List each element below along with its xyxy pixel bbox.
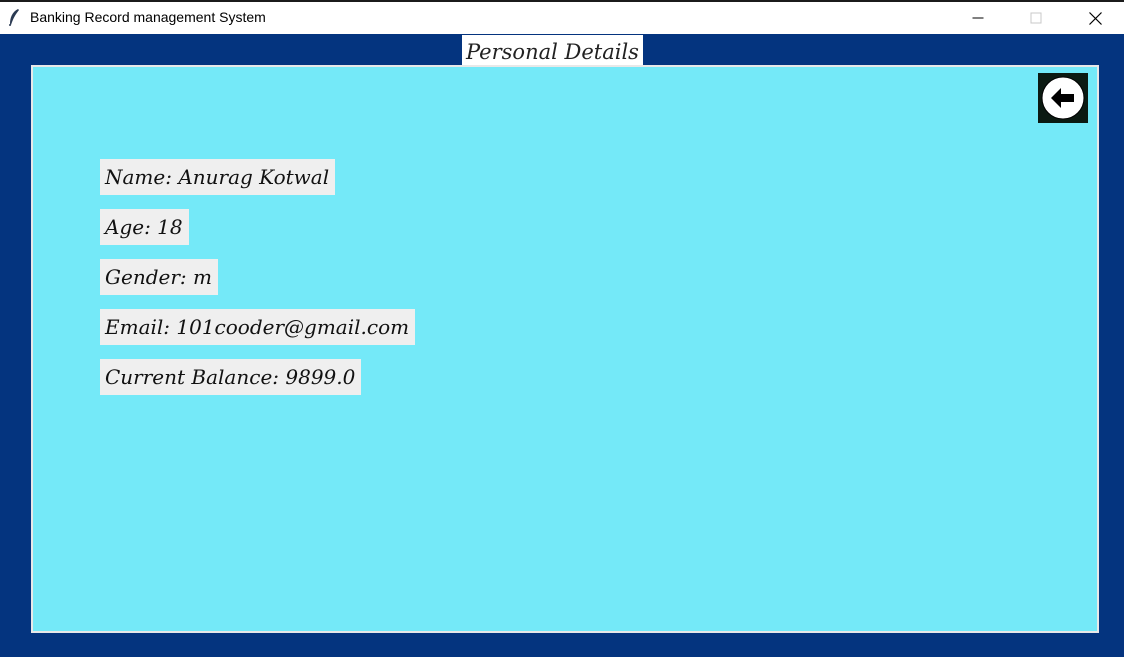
list-item: Name: Anurag Kotwal bbox=[100, 159, 415, 195]
back-button[interactable] bbox=[1038, 73, 1088, 123]
age-label: Age: 18 bbox=[100, 209, 189, 245]
close-icon bbox=[1088, 11, 1102, 25]
name-label: Name: Anurag Kotwal bbox=[100, 159, 336, 195]
back-arrow-icon bbox=[1041, 76, 1085, 120]
page-title: Personal Details bbox=[462, 35, 643, 69]
close-button[interactable] bbox=[1066, 2, 1124, 34]
app-window: Banking Record management System Persona… bbox=[0, 0, 1124, 657]
minimize-icon bbox=[972, 17, 984, 19]
list-item: Gender: m bbox=[100, 259, 415, 295]
list-item: Age: 18 bbox=[100, 209, 415, 245]
feather-icon bbox=[6, 8, 22, 26]
maximize-icon bbox=[1030, 12, 1042, 24]
minimize-button[interactable] bbox=[949, 2, 1007, 34]
list-item: Email: 101cooder@gmail.com bbox=[100, 309, 416, 345]
window-title: Banking Record management System bbox=[30, 9, 266, 25]
gender-label: Gender: m bbox=[100, 259, 218, 295]
list-item: Current Balance: 9899.0 bbox=[100, 359, 415, 395]
maximize-button[interactable] bbox=[1007, 2, 1065, 34]
email-label: Email: 101cooder@gmail.com bbox=[100, 309, 416, 345]
details-list: Name: Anurag Kotwal Age: 18 Gender: m Em… bbox=[100, 159, 416, 409]
details-panel: Name: Anurag Kotwal Age: 18 Gender: m Em… bbox=[31, 65, 1099, 633]
title-bar[interactable]: Banking Record management System bbox=[0, 0, 1124, 34]
balance-label: Current Balance: 9899.0 bbox=[100, 359, 362, 395]
